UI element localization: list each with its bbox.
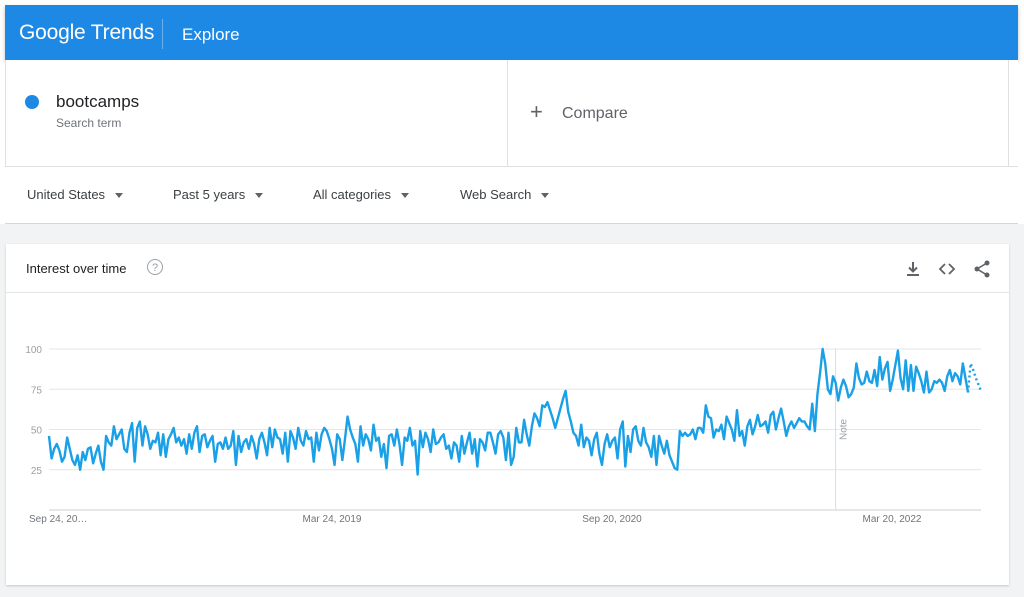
search-terms-panel: bootcamps Search term + Compare bbox=[5, 60, 1018, 167]
search-term-type: Search term bbox=[56, 116, 122, 130]
term-color-dot bbox=[25, 95, 39, 109]
category-filter-label: All categories bbox=[313, 187, 392, 202]
y-tick-label: 25 bbox=[31, 466, 43, 477]
time-range-filter[interactable]: Past 5 years bbox=[173, 187, 264, 202]
y-tick-label: 100 bbox=[25, 345, 42, 356]
y-tick-label: 75 bbox=[31, 385, 43, 396]
search-term-name[interactable]: bootcamps bbox=[56, 92, 139, 112]
header-divider bbox=[162, 19, 163, 49]
filter-bar: United States Past 5 years All categorie… bbox=[5, 167, 1018, 225]
caret-down-icon bbox=[255, 193, 264, 199]
series-line-partial-data bbox=[966, 363, 983, 393]
x-tick-label: Mar 24, 2019 bbox=[303, 514, 362, 525]
google-trends-logo[interactable]: Google Trends bbox=[19, 22, 154, 44]
category-filter[interactable]: All categories bbox=[313, 187, 410, 202]
search-type-filter[interactable]: Web Search bbox=[460, 187, 550, 202]
plus-icon[interactable]: + bbox=[530, 101, 543, 123]
interest-line-chart: 100 75 50 25 Note Sep 24, 20… Mar 24, 2019 Sep … bbox=[25, 345, 983, 525]
logo-google: Google bbox=[19, 21, 86, 44]
y-tick-label: 50 bbox=[31, 426, 43, 437]
time-range-filter-label: Past 5 years bbox=[173, 187, 246, 202]
logo-trends: Trends bbox=[90, 21, 155, 44]
interest-over-time-card: Interest over time ? 100 75 50 25 Note Sep 24… bbox=[6, 244, 1009, 585]
x-tick-label: Sep 24, 20… bbox=[29, 514, 87, 525]
series-line-bootcamps bbox=[47, 347, 970, 476]
caret-down-icon bbox=[115, 193, 124, 199]
search-type-filter-label: Web Search bbox=[460, 187, 532, 202]
note-label: Note bbox=[839, 418, 850, 440]
panel-divider bbox=[507, 60, 508, 166]
x-tick-label: Sep 20, 2020 bbox=[582, 514, 642, 525]
caret-down-icon bbox=[541, 193, 550, 199]
region-filter[interactable]: United States bbox=[27, 187, 124, 202]
app-header: Google Trends Explore bbox=[5, 5, 1018, 60]
caret-down-icon bbox=[401, 193, 410, 199]
panel-right-border bbox=[1008, 60, 1009, 166]
region-filter-label: United States bbox=[27, 187, 106, 202]
panel-left-border bbox=[5, 60, 6, 166]
compare-button[interactable]: Compare bbox=[562, 105, 628, 123]
x-tick-label: Mar 20, 2022 bbox=[863, 514, 922, 525]
page-title: Explore bbox=[182, 25, 240, 44]
